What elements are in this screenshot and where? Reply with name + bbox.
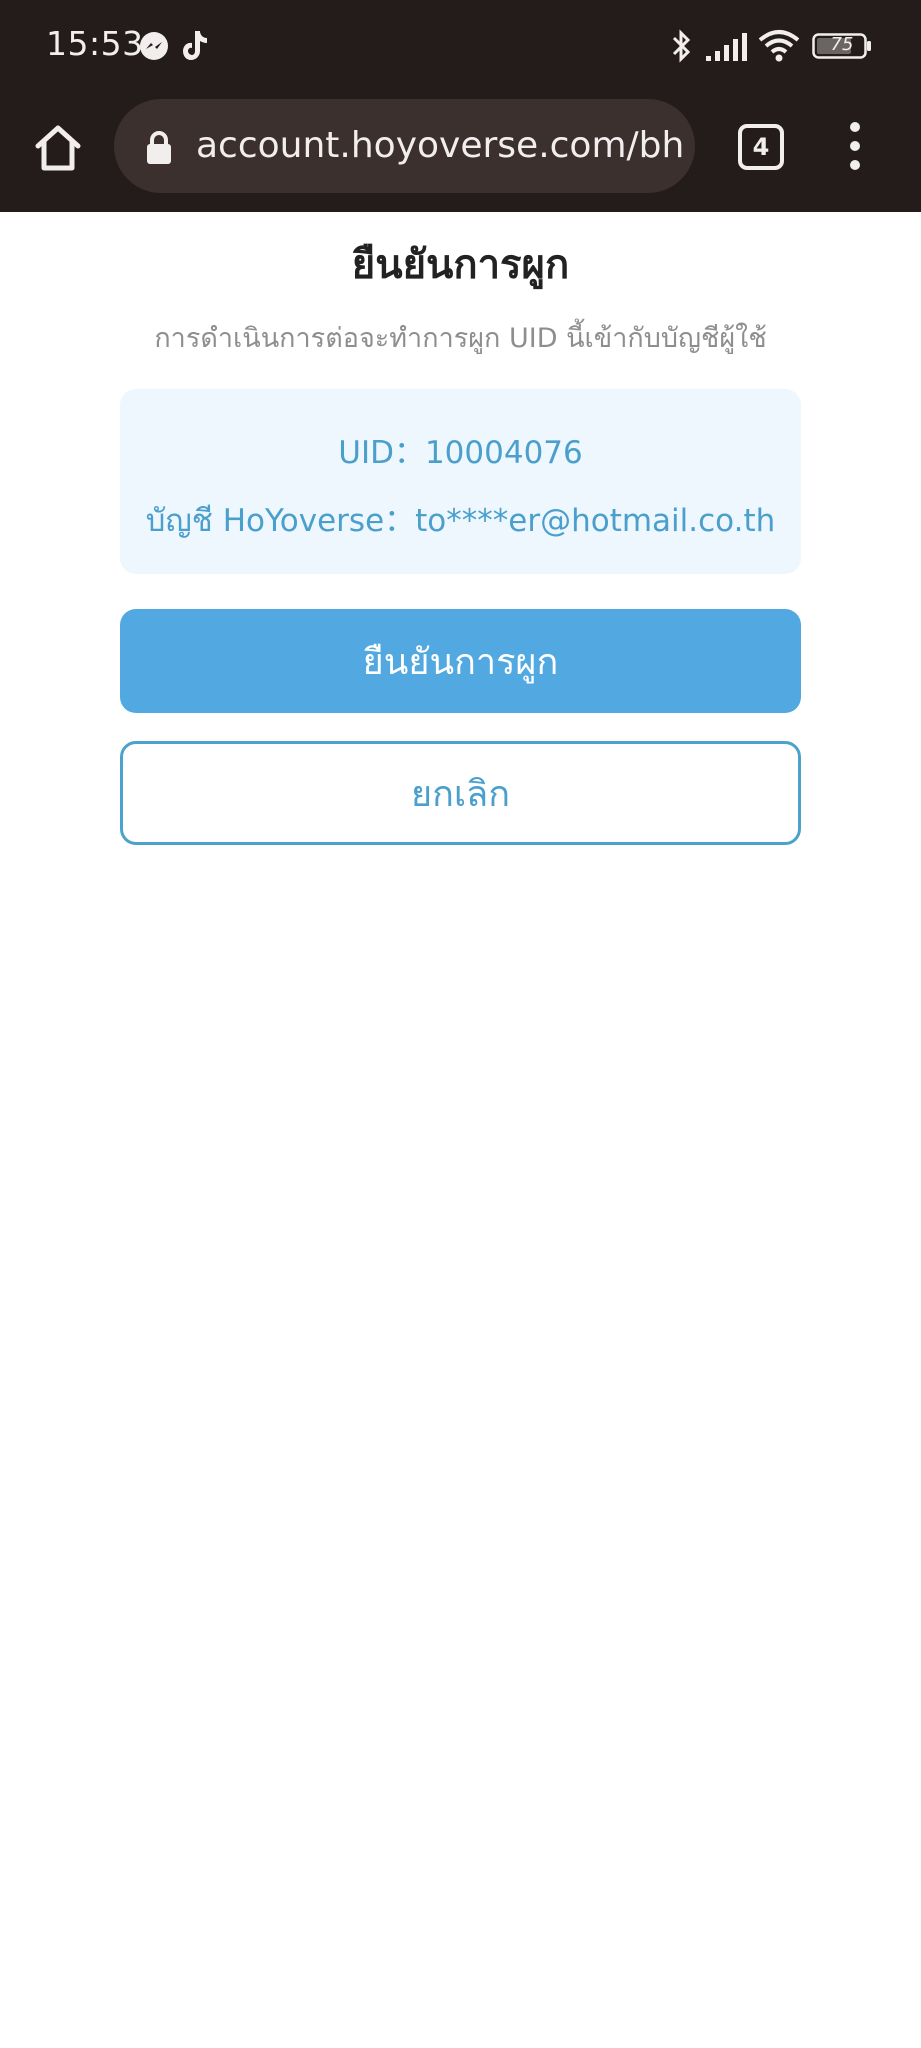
home-icon[interactable] <box>30 120 86 176</box>
binding-info-card: UID：10004076 บัญชี HoYoverse：to****er@ho… <box>120 389 801 574</box>
page-title: ยืนยันการผูก <box>351 242 570 288</box>
url-text[interactable]: account.hoyoverse.com/bh3- <box>196 125 686 166</box>
wifi-icon <box>758 28 800 68</box>
uid-text: UID：10004076 <box>338 435 583 471</box>
address-bar[interactable]: account.hoyoverse.com/bh3- <box>114 99 695 193</box>
tiktok-icon <box>180 28 212 66</box>
more-menu-icon[interactable] <box>840 122 870 172</box>
tab-switcher-button[interactable]: 4 <box>738 124 784 170</box>
signal-icon <box>706 30 750 66</box>
account-text: บัญชี HoYoverse：to****er@hotmail.co.th <box>145 503 776 539</box>
browser-toolbar: account.hoyoverse.com/bh3- 4 <box>0 92 921 212</box>
messenger-icon <box>138 30 170 66</box>
status-bar: 15:53 75 <box>0 0 921 92</box>
page-subtitle: การดำเนินการต่อจะทำการผูก UID นี้เข้ากับ… <box>154 323 767 354</box>
bluetooth-icon <box>670 28 694 68</box>
tab-count: 4 <box>752 133 770 161</box>
confirm-bind-button[interactable]: ยืนยันการผูก <box>120 609 801 713</box>
cancel-button[interactable]: ยกเลิก <box>120 741 801 845</box>
battery-level: 75 <box>830 34 854 55</box>
lock-icon <box>144 130 174 170</box>
status-time: 15:53 <box>46 24 144 63</box>
